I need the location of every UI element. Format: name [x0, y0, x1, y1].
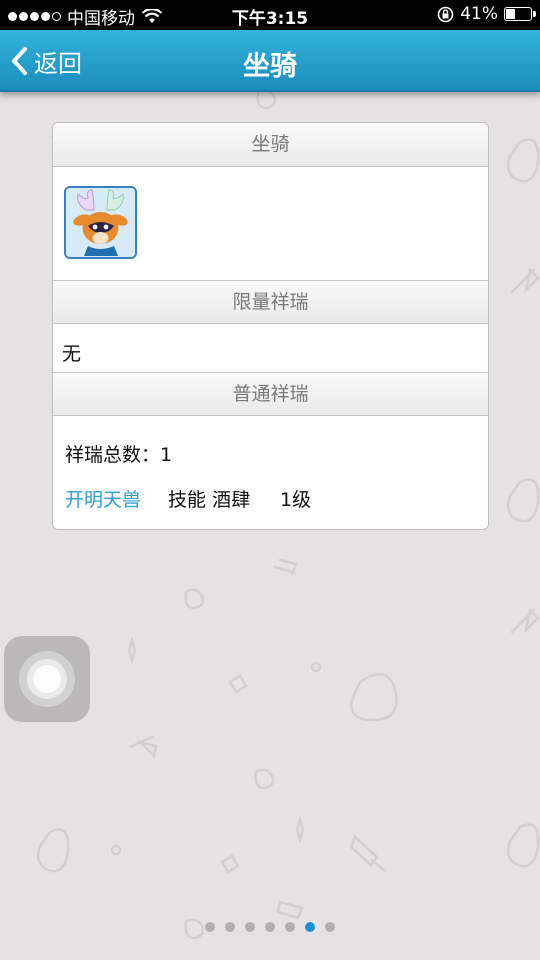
page-dot[interactable]: [285, 922, 295, 932]
pet-skill: 技能 酒肆: [168, 485, 250, 512]
navigation-bar: 返回 坐骑: [0, 30, 540, 92]
page-dot[interactable]: [325, 922, 335, 932]
pet-name-link[interactable]: 开明天兽: [65, 485, 141, 512]
mount-section-header: 坐骑: [53, 123, 488, 167]
chevron-left-icon: [12, 47, 27, 75]
back-label: 返回: [34, 49, 82, 78]
deer-mount-icon[interactable]: [64, 186, 137, 259]
limited-section-header: 限量祥瑞: [53, 280, 488, 324]
back-button[interactable]: 返回: [10, 43, 82, 79]
total-count-row: 祥瑞总数：1: [65, 440, 172, 467]
status-bar: 中国移动 下午3:15 41%: [0, 0, 540, 30]
normal-section-header: 普通祥瑞: [53, 372, 488, 416]
battery-icon: [504, 7, 536, 21]
page-dot[interactable]: [265, 922, 275, 932]
page-dot[interactable]: [305, 922, 315, 932]
battery-percent: 41%: [460, 4, 498, 24]
total-count-label: 祥瑞总数：: [65, 444, 161, 466]
page-dot[interactable]: [225, 922, 235, 932]
page-indicator[interactable]: [0, 922, 540, 932]
pet-level: 1级: [280, 489, 312, 511]
total-count-value: 1: [160, 444, 173, 466]
assistive-touch-button[interactable]: [4, 636, 90, 722]
page-dot[interactable]: [205, 922, 215, 932]
pet-skill-label: 技能: [168, 489, 207, 511]
pet-skill-name: 酒肆: [212, 489, 251, 511]
rotation-lock-icon: [437, 6, 454, 22]
deer-mount-art: [66, 188, 135, 257]
page-dot[interactable]: [245, 922, 255, 932]
mount-card: 坐骑 限量祥瑞 无 普通祥瑞 祥瑞总数：1 开明天兽 技能 酒肆 1级: [52, 122, 489, 530]
limited-value: 无: [62, 343, 82, 365]
status-right: 41%: [437, 4, 536, 24]
